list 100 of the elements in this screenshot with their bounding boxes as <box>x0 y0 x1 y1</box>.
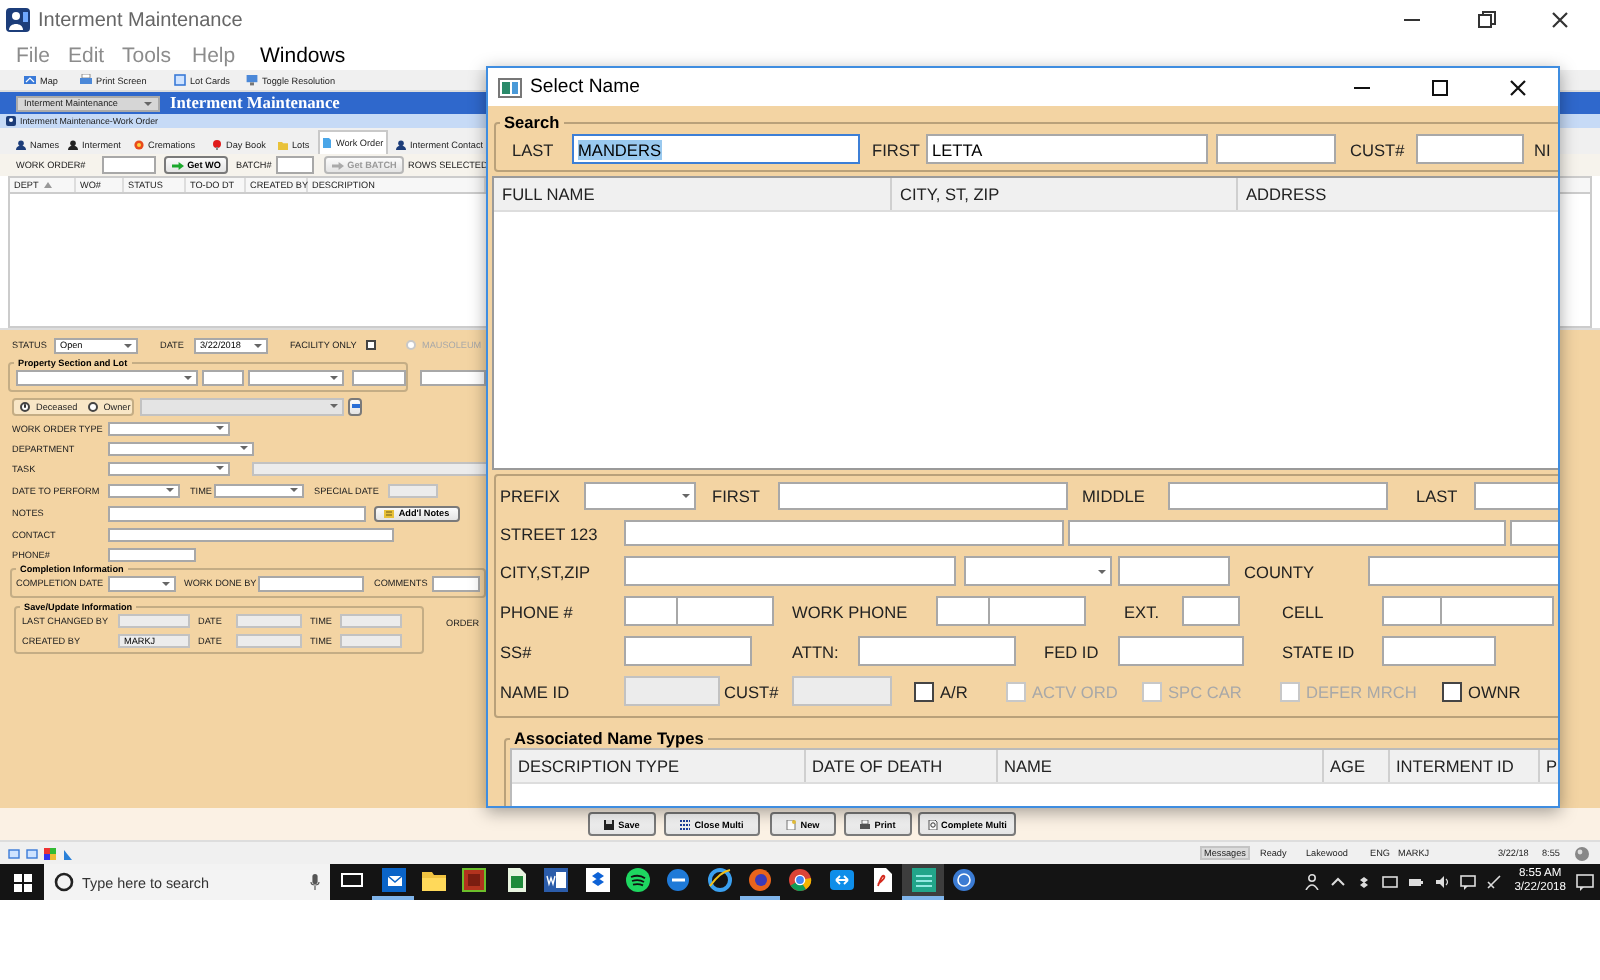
input-field[interactable] <box>276 156 314 174</box>
notification-icon[interactable] <box>1576 873 1594 891</box>
column-header[interactable]: P <box>1540 750 1558 782</box>
restore-icon[interactable] <box>1474 8 1498 32</box>
checkbox[interactable] <box>914 681 934 701</box>
app-logo-icon <box>6 8 30 32</box>
field-label: FIRST <box>712 486 762 506</box>
radio-button[interactable] <box>87 401 98 411</box>
input-field[interactable] <box>1168 482 1388 510</box>
input-field[interactable] <box>1216 134 1336 164</box>
caret-icon <box>682 494 690 498</box>
input-field[interactable] <box>1182 596 1240 626</box>
column-header[interactable]: FULL NAME <box>494 178 892 210</box>
dropdown[interactable] <box>16 369 198 385</box>
input-field[interactable] <box>352 369 406 385</box>
display-icon[interactable] <box>1382 874 1399 890</box>
column-header[interactable]: DESCRIPTION TYPE <box>512 750 806 782</box>
input-field[interactable] <box>108 547 196 561</box>
input-field[interactable] <box>102 156 156 174</box>
menu-item[interactable]: Windows <box>260 43 350 67</box>
person-icon <box>16 140 26 150</box>
dropdown[interactable] <box>108 441 254 455</box>
map-icon[interactable] <box>24 74 36 86</box>
battery-icon[interactable] <box>1408 874 1425 890</box>
input-field[interactable] <box>1068 520 1506 546</box>
mail-taskbar-button[interactable] <box>372 864 414 900</box>
dropdown[interactable] <box>108 461 230 475</box>
app-logo-icon <box>6 116 16 126</box>
input-field[interactable] <box>858 636 1016 666</box>
lookup-button[interactable] <box>348 397 362 415</box>
globe-taskbar-button[interactable] <box>739 864 781 900</box>
input-field[interactable] <box>258 575 364 591</box>
input-field[interactable] <box>792 676 892 706</box>
column-header[interactable]: AGE <box>1324 750 1390 782</box>
folder-icon <box>278 140 288 150</box>
maximize-icon[interactable] <box>1428 75 1452 99</box>
printer-icon[interactable] <box>80 74 92 86</box>
input-field[interactable] <box>118 613 190 627</box>
monitor-icon[interactable] <box>246 74 258 86</box>
dropdown[interactable] <box>108 483 180 497</box>
input-field[interactable] <box>108 505 366 521</box>
tiles-icon[interactable] <box>44 847 56 859</box>
chart-icon[interactable] <box>62 847 74 859</box>
input-field[interactable] <box>236 633 302 647</box>
input-field[interactable] <box>340 633 402 647</box>
column-header[interactable]: NAME <box>998 750 1324 782</box>
input-field[interactable] <box>236 613 302 627</box>
book-icon <box>462 868 487 892</box>
input-field[interactable] <box>202 369 244 385</box>
input-field[interactable]: MANDERS <box>572 134 860 164</box>
checkbox[interactable] <box>366 340 376 350</box>
box-icon[interactable] <box>1356 874 1373 890</box>
input-field[interactable] <box>1118 636 1244 666</box>
input-field[interactable] <box>1118 556 1230 586</box>
phone-field[interactable] <box>936 596 1086 626</box>
input-field[interactable] <box>1510 520 1558 546</box>
input-field[interactable] <box>420 370 486 386</box>
column-header[interactable]: ADDRESS <box>1238 178 1558 210</box>
input-field[interactable] <box>778 482 1068 510</box>
dropdown[interactable] <box>214 483 304 497</box>
input-field[interactable] <box>1382 636 1496 666</box>
checkbox[interactable] <box>1442 681 1462 701</box>
column-header[interactable]: DATE OF DEATH <box>806 750 998 782</box>
input-field[interactable] <box>108 527 394 541</box>
speaker-icon[interactable] <box>1434 874 1451 890</box>
field-label: SS# <box>500 641 534 661</box>
input-field[interactable] <box>1416 134 1524 164</box>
input-field[interactable] <box>432 575 480 591</box>
input-field[interactable] <box>340 613 402 627</box>
caret-icon <box>216 466 224 470</box>
close-icon[interactable] <box>1506 75 1530 99</box>
phone-field[interactable] <box>1382 596 1554 626</box>
input-field[interactable]: LETTA <box>926 134 1208 164</box>
caret-icon <box>184 375 192 379</box>
input-field[interactable] <box>252 461 492 475</box>
phone-field[interactable] <box>624 596 774 626</box>
chevron-up-icon[interactable] <box>1330 874 1347 890</box>
input-field[interactable] <box>624 676 720 706</box>
input-field[interactable] <box>624 636 752 666</box>
dropdown[interactable] <box>964 556 1112 586</box>
input-field[interactable] <box>388 483 438 497</box>
dropdown[interactable] <box>108 575 176 591</box>
dropdown[interactable] <box>584 482 696 510</box>
radio-button[interactable] <box>20 401 30 411</box>
dropdown[interactable] <box>248 369 344 385</box>
input-field[interactable] <box>1474 482 1558 510</box>
person-icon[interactable] <box>1304 874 1321 890</box>
input-field[interactable] <box>1368 556 1558 586</box>
card-icon[interactable] <box>174 74 186 86</box>
message-icon[interactable] <box>1460 874 1477 890</box>
dropdown[interactable] <box>108 421 230 435</box>
field-label: STREET 123 <box>500 523 600 543</box>
close-icon[interactable] <box>1548 8 1572 32</box>
input-field[interactable] <box>624 556 956 586</box>
input-field[interactable] <box>624 520 1064 546</box>
column-header[interactable]: CITY, ST, ZIP <box>892 178 1238 210</box>
module-title: Interment Maintenance <box>170 94 340 112</box>
column-header[interactable]: INTERMENT ID <box>1390 750 1540 782</box>
grid-taskbar-button[interactable] <box>902 864 944 900</box>
field-label: NAME ID <box>500 681 572 701</box>
